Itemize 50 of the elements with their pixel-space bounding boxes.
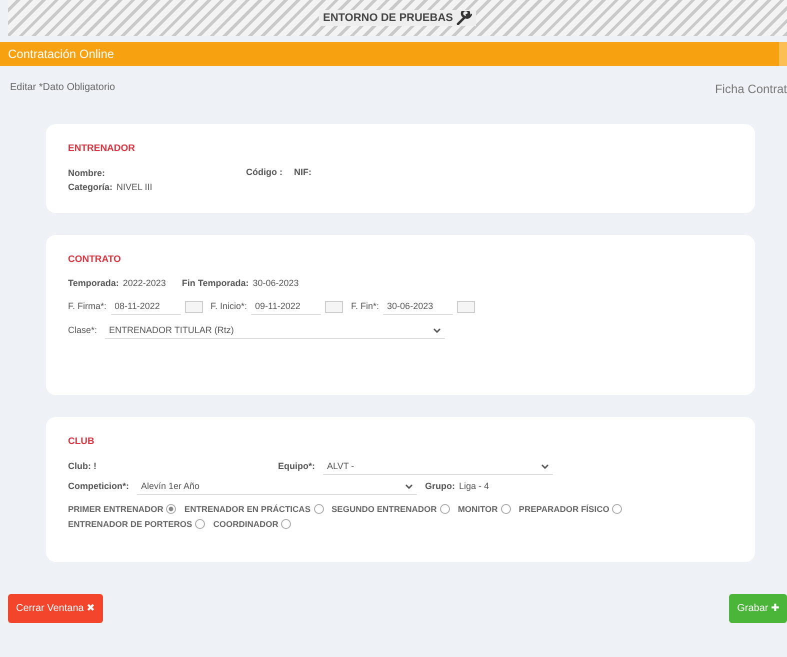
- mode-label: Editar *Dato Obligatorio: [10, 81, 116, 95]
- field-label: Fin Temporada:: [182, 277, 249, 290]
- wrench-icon: [456, 11, 472, 25]
- section-title: CONTRATO: [68, 252, 122, 267]
- calendar-button[interactable]: [184, 300, 203, 313]
- close-button[interactable]: Cerrar Ventana ✖: [8, 594, 103, 623]
- radio-button[interactable]: [500, 504, 511, 514]
- radio-button[interactable]: [440, 504, 450, 514]
- field-label: F. Fin*:: [351, 300, 380, 313]
- field-label: NIF:: [294, 166, 312, 180]
- radio-button[interactable]: [314, 504, 324, 514]
- page-title: Ficha Contrat: [714, 81, 787, 98]
- caret-icon: [541, 464, 549, 469]
- header-title: Contratación Online: [8, 46, 114, 63]
- radio-label: PRIMER ENTRENADOR: [68, 503, 164, 516]
- radio-label: MONITOR: [458, 503, 498, 516]
- field-label: Código :: [246, 166, 284, 180]
- radio-label: SEGUNDO ENTRENADOR: [332, 503, 437, 516]
- radio-button[interactable]: [281, 519, 292, 530]
- radio-button[interactable]: [195, 519, 206, 530]
- field-label: F. Inicio*:: [210, 300, 248, 313]
- field-label: Club: !: [68, 460, 98, 474]
- field-value: NIVEL III: [116, 181, 152, 194]
- field-label: Competicion*:: [68, 480, 130, 494]
- caret-icon: [433, 328, 442, 333]
- select-field[interactable]: ENTRENADOR TITULAR (Rtz): [105, 323, 446, 339]
- caret-icon: [405, 484, 414, 489]
- field-value: 2022-2023: [122, 277, 166, 290]
- field-value: 30-06-2023: [252, 277, 299, 290]
- banner-title: ENTORNO DE PRUEBAS: [323, 10, 453, 26]
- field-label: Equipo*:: [278, 460, 315, 474]
- radio-label: ENTRENADOR DE PORTEROS: [68, 518, 192, 530]
- select-field[interactable]: Alevín 1er Año: [137, 479, 418, 495]
- section-title: ENTRENADOR: [68, 142, 136, 156]
- calendar-button[interactable]: [325, 300, 344, 313]
- field-label: Clase*:: [68, 324, 98, 338]
- radio-label: ENTRENADOR EN PRÁCTICAS: [184, 503, 310, 516]
- field-label: Temporada:: [68, 277, 119, 290]
- section-title: CLUB: [68, 434, 96, 449]
- field-label: F. Firma*:: [68, 300, 107, 313]
- radio-button[interactable]: [166, 504, 176, 514]
- field-label: Nombre:: [68, 168, 106, 178]
- field-label: Categoría:: [68, 181, 113, 194]
- field-label: Grupo:: [425, 480, 456, 494]
- radio-button[interactable]: [612, 504, 622, 514]
- calendar-button[interactable]: [457, 300, 476, 313]
- field-value: Liga - 4: [459, 480, 490, 494]
- radio-label: PREPARADOR FÍSICO: [518, 503, 610, 516]
- select-field[interactable]: ALVT -: [323, 459, 553, 475]
- radio-label: COORDINADOR: [213, 518, 278, 530]
